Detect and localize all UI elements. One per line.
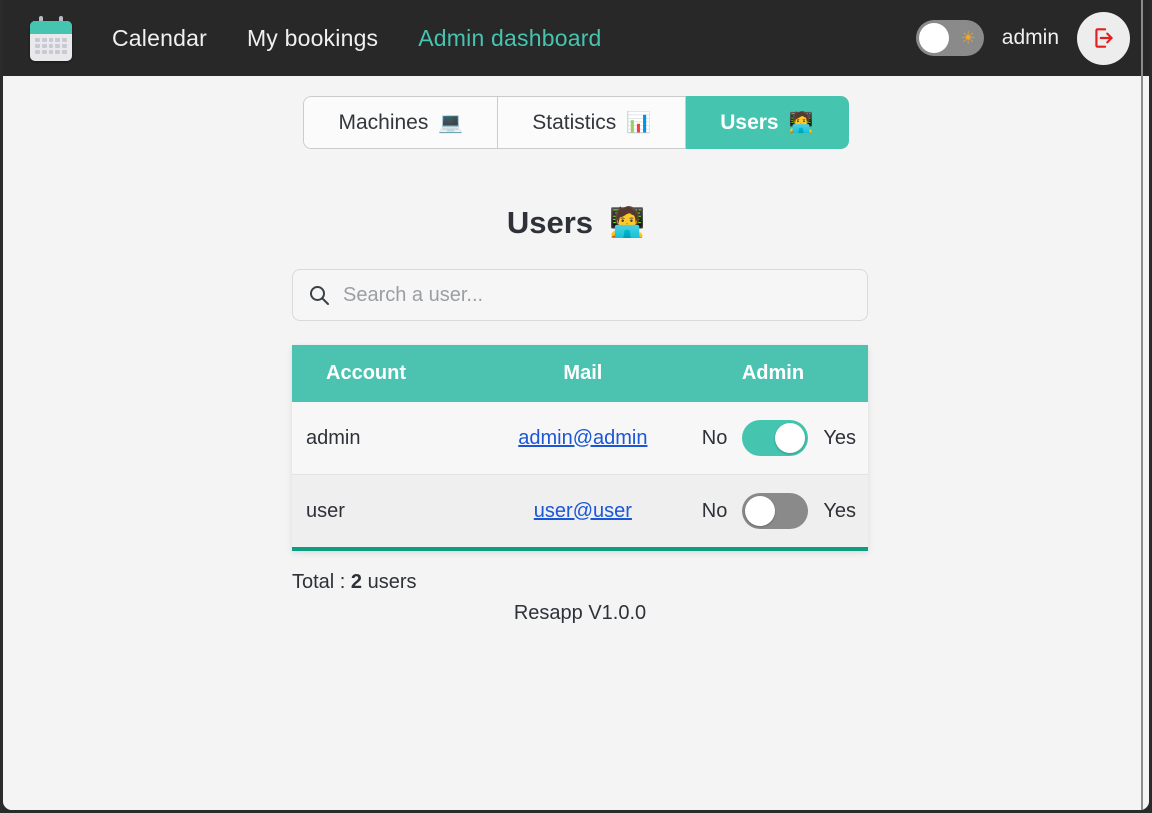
person-at-laptop-icon: 🧑‍💻 xyxy=(609,206,645,240)
cell-mail: admin@admin xyxy=(488,402,678,475)
toggle-label-no: No xyxy=(702,500,728,523)
tab-statistics[interactable]: Statistics 📊 xyxy=(498,96,686,149)
mail-link[interactable]: user@user xyxy=(534,500,632,522)
cell-account: admin xyxy=(292,402,488,475)
content-column: Account Mail Admin admin admin@admin xyxy=(292,269,868,625)
navbar: Calendar My bookings Admin dashboard ☀ a… xyxy=(0,0,1152,76)
total-suffix: users xyxy=(362,571,416,593)
tab-users[interactable]: Users 🧑‍💻 xyxy=(686,96,848,149)
admin-toggle-group: No Yes xyxy=(678,420,868,456)
nav-link-calendar[interactable]: Calendar xyxy=(112,25,207,52)
users-table-body: admin admin@admin No Yes xyxy=(292,402,868,547)
admin-toggle[interactable] xyxy=(742,493,808,529)
total-count: 2 xyxy=(351,571,362,593)
toggle-label-yes: Yes xyxy=(823,500,856,523)
sun-icon: ☀ xyxy=(961,30,976,47)
calendar-icon[interactable] xyxy=(28,15,74,61)
tab-users-label: Users xyxy=(720,112,778,133)
cell-admin: No Yes xyxy=(678,402,868,475)
page-title: Users 🧑‍💻 xyxy=(3,205,1149,241)
nav-link-my-bookings[interactable]: My bookings xyxy=(247,25,378,52)
nav-links: Calendar My bookings Admin dashboard xyxy=(112,25,602,52)
calendar-header-band xyxy=(30,21,72,34)
admin-toggle-knob xyxy=(745,496,775,526)
toggle-label-no: No xyxy=(702,427,728,450)
cell-account: user xyxy=(292,475,488,548)
tabs-bar: Machines 💻 Statistics 📊 Users 🧑‍💻 xyxy=(3,96,1149,149)
admin-toggle[interactable] xyxy=(742,420,808,456)
users-table: Account Mail Admin admin admin@admin xyxy=(292,345,868,547)
page-body: Machines 💻 Statistics 📊 Users 🧑‍💻 Users … xyxy=(3,76,1149,810)
page-title-text: Users xyxy=(507,205,593,241)
bar-chart-icon: 📊 xyxy=(626,113,651,133)
search-icon xyxy=(307,283,331,307)
tab-group: Machines 💻 Statistics 📊 Users 🧑‍💻 xyxy=(303,96,848,149)
users-table-container: Account Mail Admin admin admin@admin xyxy=(292,345,868,551)
search-input[interactable] xyxy=(343,270,853,320)
theme-toggle-knob xyxy=(919,23,949,53)
calendar-day-grid xyxy=(35,38,67,54)
nav-link-admin-dashboard[interactable]: Admin dashboard xyxy=(418,25,601,52)
users-table-head: Account Mail Admin xyxy=(292,345,868,402)
logout-button[interactable] xyxy=(1077,12,1130,65)
column-header-admin: Admin xyxy=(678,345,868,402)
logout-icon xyxy=(1091,25,1117,51)
column-header-mail: Mail xyxy=(488,345,678,402)
tab-machines-label: Machines xyxy=(338,112,428,133)
total-prefix: Total : xyxy=(292,571,351,593)
browser-window: Calendar My bookings Admin dashboard ☀ a… xyxy=(0,0,1152,813)
search-box[interactable] xyxy=(292,269,868,321)
username-label: admin xyxy=(1002,26,1059,50)
navbar-right-controls: ☀ admin xyxy=(916,12,1136,65)
toggle-label-yes: Yes xyxy=(823,427,856,450)
vertical-scrollbar[interactable] xyxy=(1141,0,1143,813)
cell-mail: user@user xyxy=(488,475,678,548)
tab-machines[interactable]: Machines 💻 xyxy=(303,96,498,149)
total-users-label: Total : 2 users xyxy=(292,571,868,594)
admin-toggle-group: No Yes xyxy=(678,493,868,529)
laptop-icon: 💻 xyxy=(438,113,463,133)
admin-toggle-knob xyxy=(775,423,805,453)
table-header-row: Account Mail Admin xyxy=(292,345,868,402)
table-row: admin admin@admin No Yes xyxy=(292,402,868,475)
theme-toggle[interactable]: ☀ xyxy=(916,20,984,56)
mail-link[interactable]: admin@admin xyxy=(518,427,647,449)
app-version-footer: Resapp V1.0.0 xyxy=(292,602,868,625)
table-row: user user@user No Yes xyxy=(292,475,868,548)
column-header-account: Account xyxy=(292,345,488,402)
tab-statistics-label: Statistics xyxy=(532,112,616,133)
cell-admin: No Yes xyxy=(678,475,868,548)
person-at-laptop-icon: 🧑‍💻 xyxy=(789,113,814,133)
